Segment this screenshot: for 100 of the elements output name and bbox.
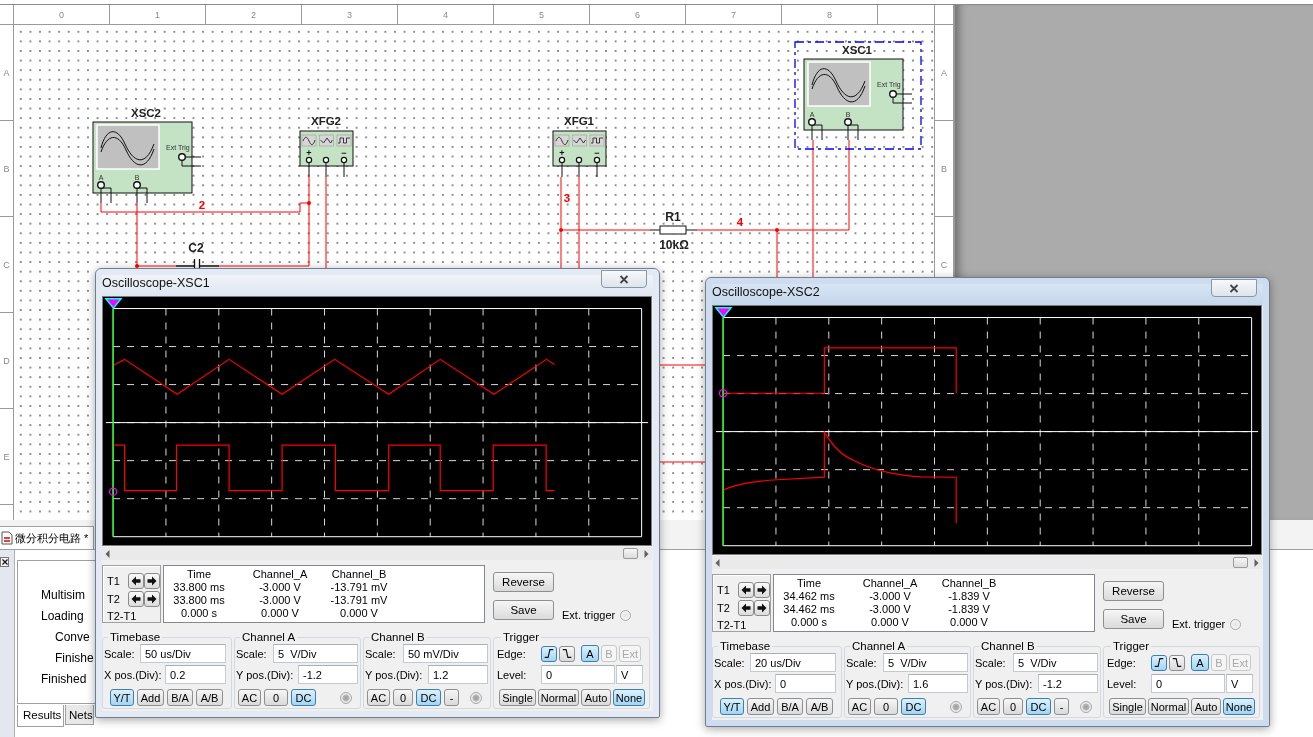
- ruler-label: 8: [827, 9, 832, 20]
- field-label: Scale:: [104, 647, 135, 660]
- indicator-radio[interactable]: [340, 691, 352, 704]
- source-button[interactable]: A: [1191, 654, 1209, 672]
- coupling-button[interactable]: AC: [367, 689, 390, 706]
- panel-tab[interactable]: Nets: [65, 705, 94, 725]
- trigger-mode-button[interactable]: Auto: [581, 689, 611, 706]
- coupling-button[interactable]: DC: [901, 698, 926, 715]
- left-arrow-icon: [131, 575, 141, 586]
- close-button[interactable]: [601, 270, 647, 288]
- mode-button[interactable]: A/B: [196, 689, 223, 706]
- left-arrow-icon: [131, 593, 141, 604]
- close-icon: [1229, 283, 1239, 293]
- table-cell: 33.800 ms: [173, 594, 225, 607]
- ext-trigger-radio[interactable]: [1230, 618, 1242, 630]
- coupling-button[interactable]: AC: [977, 698, 1000, 715]
- scale-field[interactable]: 5 V/Div: [1013, 653, 1098, 673]
- level-field[interactable]: 0: [1151, 674, 1225, 693]
- field-label: Edge:: [1107, 656, 1137, 669]
- coupling-button[interactable]: 0: [393, 689, 413, 706]
- document-tab[interactable]: 微分积分电路 *: [0, 526, 94, 549]
- edge-button[interactable]: [541, 645, 557, 662]
- left-arrow-icon: [715, 558, 720, 567]
- position-field[interactable]: 0.2: [165, 665, 226, 684]
- trigger-mode-button[interactable]: Normal: [1148, 698, 1189, 715]
- edge-button[interactable]: [559, 645, 575, 662]
- scale-field[interactable]: 20 us/Div: [750, 653, 836, 673]
- mode-button[interactable]: A/B: [806, 698, 833, 715]
- close-button[interactable]: [1211, 279, 1257, 297]
- ext-trigger-radio[interactable]: [620, 609, 632, 621]
- save-button[interactable]: Save: [493, 600, 554, 620]
- reverse-button[interactable]: Reverse: [493, 572, 554, 592]
- trigger-mode-button[interactable]: None: [1223, 698, 1255, 715]
- coupling-button[interactable]: 0: [1003, 698, 1023, 715]
- source-button[interactable]: A: [581, 645, 599, 663]
- coupling-button[interactable]: 0: [264, 689, 288, 706]
- scrollbar[interactable]: [102, 547, 652, 560]
- ext-trigger-label: Ext. trigger: [1172, 618, 1226, 630]
- unit-field[interactable]: V: [1226, 674, 1253, 693]
- coupling-button[interactable]: DC: [1026, 698, 1051, 715]
- mode-button[interactable]: Y/T: [720, 698, 744, 715]
- scrollbar[interactable]: [712, 556, 1262, 569]
- edge-button[interactable]: [1169, 654, 1185, 671]
- coupling-button[interactable]: -: [1054, 698, 1069, 715]
- cursor-left-button[interactable]: [128, 572, 144, 589]
- mode-button[interactable]: Add: [747, 698, 774, 715]
- left-arrow-icon: [105, 549, 110, 558]
- scale-field[interactable]: 5 V/Div: [883, 653, 968, 673]
- cursor-right-button[interactable]: [754, 599, 770, 616]
- indicator-radio[interactable]: [1080, 700, 1092, 713]
- rising-edge-icon: [543, 647, 555, 661]
- column-header: Channel_A: [862, 577, 918, 590]
- edge-button[interactable]: [1151, 654, 1167, 671]
- terminal-label: +: [559, 148, 565, 158]
- indicator-radio[interactable]: [950, 700, 962, 713]
- position-field[interactable]: -1.2: [298, 665, 358, 684]
- position-field[interactable]: 1.6: [908, 674, 968, 693]
- mode-button[interactable]: B/A: [777, 698, 803, 715]
- coupling-button[interactable]: -: [444, 689, 459, 706]
- trigger-mode-button[interactable]: Single: [1109, 698, 1146, 715]
- cursor-left-button[interactable]: [738, 599, 754, 616]
- unit-field[interactable]: V: [616, 665, 643, 684]
- indicator-radio[interactable]: [470, 691, 482, 704]
- mode-button[interactable]: B/A: [167, 689, 193, 706]
- trigger-mode-button[interactable]: None: [613, 689, 645, 706]
- trigger-mode-button[interactable]: Auto: [1191, 698, 1221, 715]
- scale-field[interactable]: 5 V/Div: [273, 644, 358, 664]
- ruler-label: 0: [59, 9, 64, 20]
- panel-tab[interactable]: Results: [17, 705, 64, 727]
- trigger-mode-button[interactable]: Normal: [538, 689, 579, 706]
- field-label: Scale:: [365, 647, 396, 660]
- mode-button[interactable]: Y/T: [110, 689, 134, 706]
- cursor-right-button[interactable]: [754, 581, 770, 598]
- reverse-button[interactable]: Reverse: [1103, 581, 1164, 601]
- trigger-mode-button[interactable]: Single: [499, 689, 536, 706]
- close-button[interactable]: [0, 557, 9, 567]
- scrollbar-thumb[interactable]: [623, 548, 638, 559]
- instrument-label: XSC2: [131, 107, 161, 119]
- ruler-label: B: [941, 163, 947, 174]
- position-field[interactable]: -1.2: [1038, 674, 1098, 693]
- scale-field[interactable]: 50 us/Div: [140, 644, 226, 664]
- component-label: R1: [665, 210, 681, 224]
- coupling-button[interactable]: 0: [874, 698, 898, 715]
- wire: [659, 461, 706, 463]
- scale-field[interactable]: 50 mV/Div: [403, 644, 488, 664]
- coupling-button[interactable]: AC: [238, 689, 261, 706]
- cursor-left-button[interactable]: [128, 590, 144, 607]
- coupling-button[interactable]: DC: [291, 689, 316, 706]
- scrollbar-thumb[interactable]: [1233, 557, 1248, 568]
- coupling-button[interactable]: DC: [416, 689, 441, 706]
- cursor-left-button[interactable]: [738, 581, 754, 598]
- table-cell: 0.000 s: [790, 616, 828, 629]
- cursor-right-button[interactable]: [144, 572, 160, 589]
- position-field[interactable]: 1.2: [428, 665, 488, 684]
- mode-button[interactable]: Add: [137, 689, 164, 706]
- coupling-button[interactable]: AC: [848, 698, 871, 715]
- position-field[interactable]: 0: [775, 674, 836, 693]
- save-button[interactable]: Save: [1103, 609, 1164, 629]
- level-field[interactable]: 0: [541, 665, 615, 684]
- cursor-right-button[interactable]: [144, 590, 160, 607]
